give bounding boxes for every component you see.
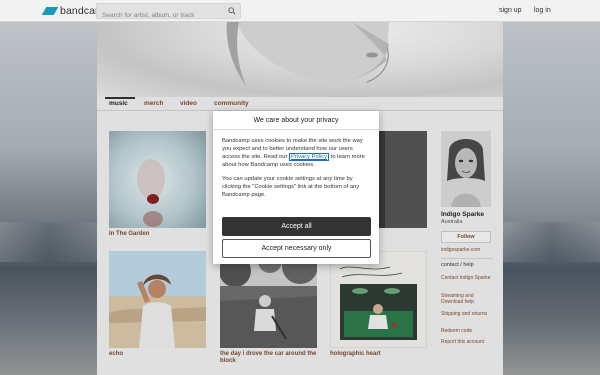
privacy-policy-link[interactable]: Privacy Policy xyxy=(289,153,330,161)
modal-title: We care about your privacy xyxy=(213,111,379,130)
accept-necessary-button[interactable]: Accept necessary only xyxy=(222,239,371,258)
accept-all-button[interactable]: Accept all xyxy=(222,217,371,236)
modal-body: Bandcamp uses cookies to make the site w… xyxy=(222,137,372,205)
modal-paragraph: You can update your cookie settings at a… xyxy=(222,176,360,198)
privacy-modal: We care about your privacy Bandcamp uses… xyxy=(213,111,379,264)
modal-paragraph: Bandcamp uses cookies to make the site w… xyxy=(222,137,372,169)
